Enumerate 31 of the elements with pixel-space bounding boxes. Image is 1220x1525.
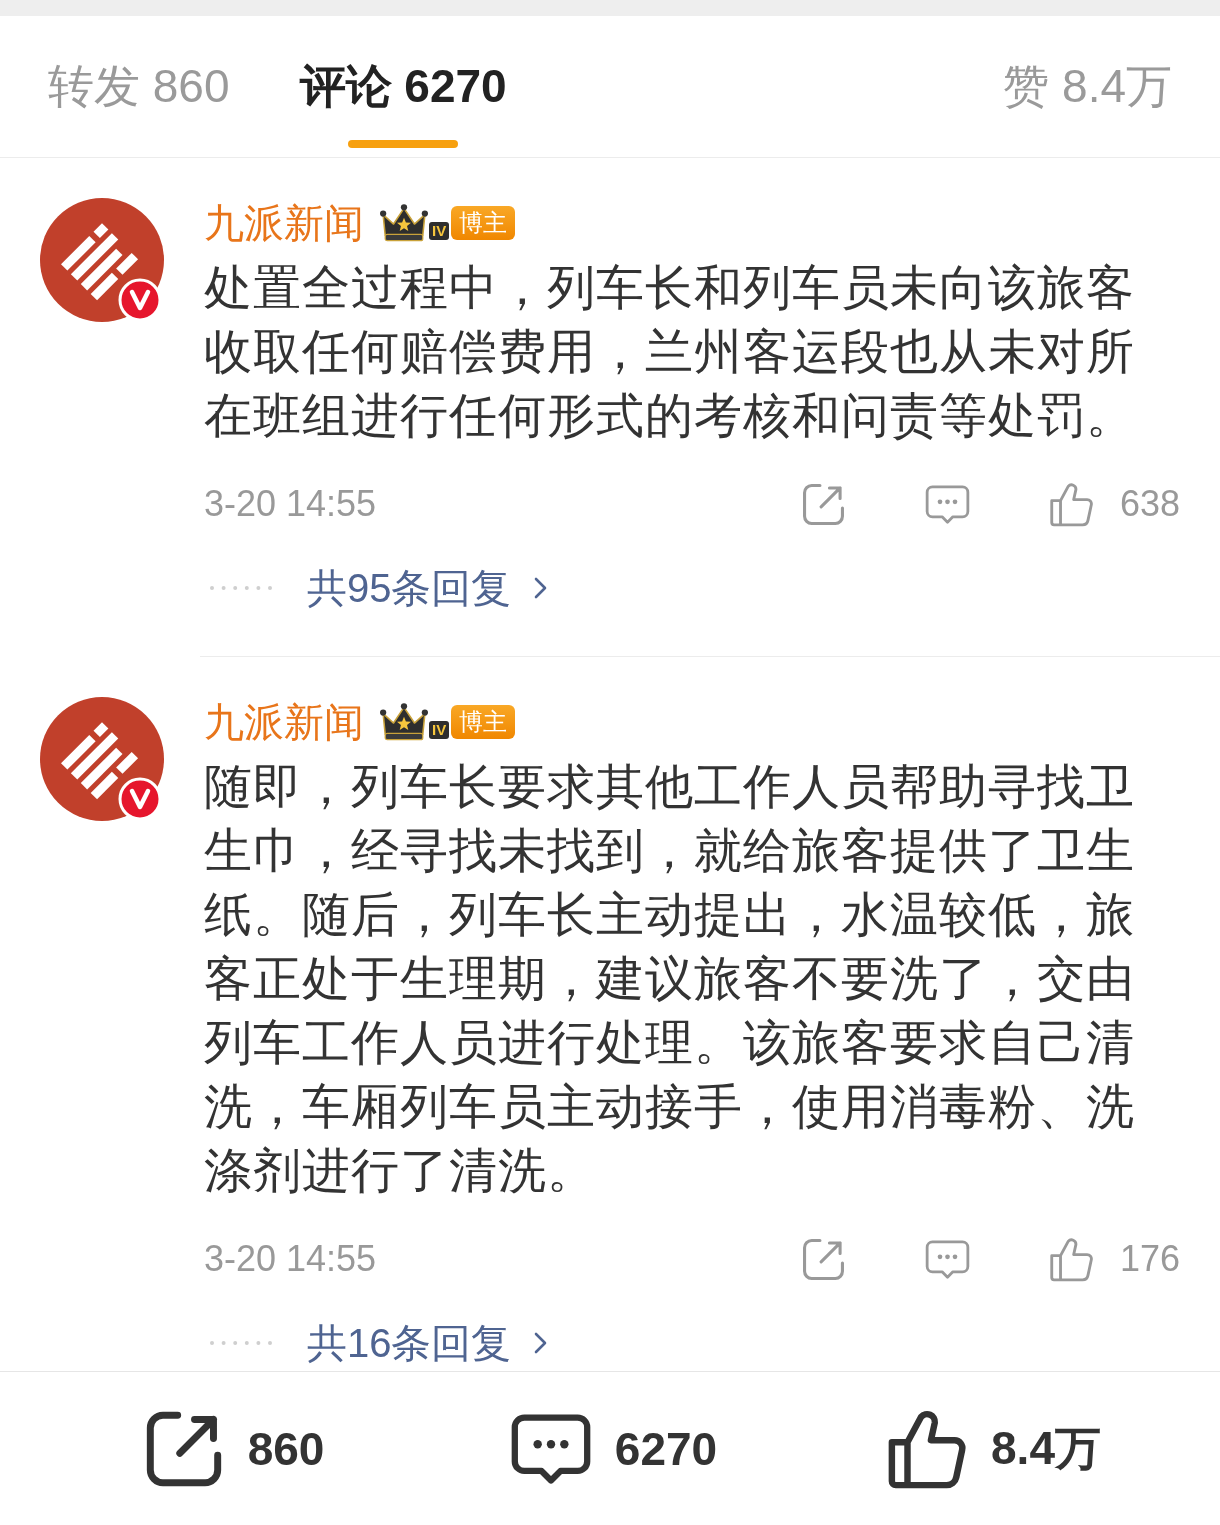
author-name[interactable]: 九派新闻 bbox=[204, 697, 364, 747]
chevron-right-icon bbox=[533, 1332, 547, 1354]
thumbs-up-icon bbox=[887, 1408, 967, 1489]
comment-text: 随即，列车长要求其他工作人员帮助寻找卫生巾，经寻找未找到，就给旅客提供了卫生纸。随后，列车长主动提出，水温较低，旅客正处于生理期，建议旅客不要洗了，交由列车工作人员进行处理。该旅客要求自己清洗，车厢列车员主动接手，使用消毒粉、洗涤剂进行了清洗。 bbox=[204, 759, 1136, 1199]
blogger-badge: 博主 bbox=[451, 206, 516, 240]
avatar-logo-icon[interactable] bbox=[40, 697, 164, 821]
thumbs-up-icon[interactable] bbox=[1048, 1236, 1094, 1282]
view-replies-link[interactable]: 共16条回复 bbox=[307, 1315, 547, 1371]
blogger-badge: 博主 bbox=[451, 705, 516, 739]
timestamp: 3-20 14:55 bbox=[204, 1238, 377, 1280]
thumbs-up-icon[interactable] bbox=[1048, 481, 1094, 527]
avatar-logo-icon[interactable] bbox=[40, 198, 164, 322]
like-count: 176 bbox=[1119, 1238, 1180, 1280]
share-icon[interactable] bbox=[800, 1236, 846, 1282]
dots-icon bbox=[210, 586, 272, 590]
author-name[interactable]: 九派新闻 bbox=[204, 198, 364, 248]
level-label: IV bbox=[429, 721, 450, 739]
like-button[interactable]: 8.4万 bbox=[887, 1408, 1101, 1489]
crown-icon bbox=[380, 703, 428, 741]
timestamp: 3-20 14:55 bbox=[204, 483, 377, 525]
repost-button[interactable]: 860 bbox=[143, 1408, 325, 1489]
level-label: IV bbox=[429, 222, 450, 240]
share-icon[interactable] bbox=[800, 481, 846, 527]
like-count: 638 bbox=[1119, 483, 1180, 525]
view-replies-link[interactable]: 共95条回复 bbox=[307, 560, 547, 616]
comment-button[interactable]: 6270 bbox=[510, 1408, 718, 1489]
tab[interactable]: 评论 6270 bbox=[299, 16, 507, 148]
chevron-right-icon bbox=[533, 577, 547, 599]
crown-icon bbox=[380, 204, 428, 242]
comment-text: 处置全过程中，列车长和列车员未向该旅客收取任何赔偿费用，兰州客运段也从未对所在班组进行任何形式的考核和问责等处罚。 bbox=[204, 260, 1136, 444]
dots-icon bbox=[210, 1341, 272, 1345]
